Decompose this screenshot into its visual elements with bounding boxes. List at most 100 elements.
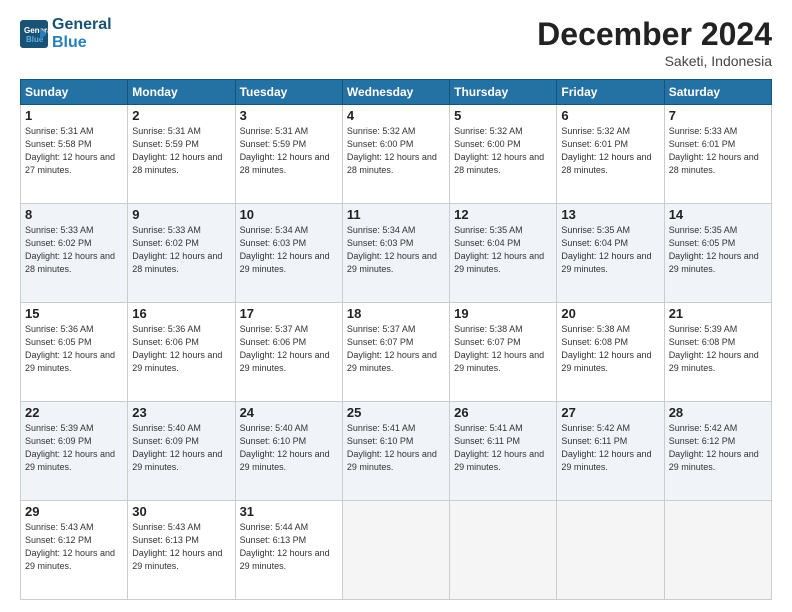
calendar-cell: 5 Sunrise: 5:32 AMSunset: 6:00 PMDaylight… <box>450 105 557 204</box>
day-detail: Sunrise: 5:33 AMSunset: 6:01 PMDaylight:… <box>669 125 767 177</box>
day-number: 10 <box>240 207 338 222</box>
day-number: 29 <box>25 504 123 519</box>
day-number: 1 <box>25 108 123 123</box>
calendar-cell: 1Sunrise: 5:31 AMSunset: 5:58 PMDaylight… <box>21 105 128 204</box>
day-number: 23 <box>132 405 230 420</box>
location: Saketi, Indonesia <box>537 53 772 69</box>
day-detail: Sunrise: 5:33 AMSunset: 6:02 PMDaylight:… <box>132 224 230 276</box>
day-detail: Sunrise: 5:32 AMSunset: 6:00 PMDaylight:… <box>347 125 445 177</box>
page: General Blue General Blue December 2024 … <box>0 0 792 612</box>
day-number: 17 <box>240 306 338 321</box>
day-detail: Sunrise: 5:40 AMSunset: 6:09 PMDaylight:… <box>132 422 230 474</box>
day-number: 30 <box>132 504 230 519</box>
header-day-thursday: Thursday <box>450 80 557 105</box>
day-detail: Sunrise: 5:43 AMSunset: 6:13 PMDaylight:… <box>132 521 230 573</box>
calendar-cell <box>450 501 557 600</box>
calendar-cell: 16 Sunrise: 5:36 AMSunset: 6:06 PMDayligh… <box>128 303 235 402</box>
calendar-cell: 29 Sunrise: 5:43 AMSunset: 6:12 PMDayligh… <box>21 501 128 600</box>
day-number: 18 <box>347 306 445 321</box>
day-detail: Sunrise: 5:37 AMSunset: 6:07 PMDaylight:… <box>347 323 445 375</box>
day-detail: Sunrise: 5:37 AMSunset: 6:06 PMDaylight:… <box>240 323 338 375</box>
calendar-cell: 27 Sunrise: 5:42 AMSunset: 6:11 PMDayligh… <box>557 402 664 501</box>
header-day-tuesday: Tuesday <box>235 80 342 105</box>
header-day-sunday: Sunday <box>21 80 128 105</box>
day-detail: Sunrise: 5:32 AMSunset: 6:00 PMDaylight:… <box>454 125 552 177</box>
calendar-cell: 28 Sunrise: 5:42 AMSunset: 6:12 PMDayligh… <box>664 402 771 501</box>
day-number: 25 <box>347 405 445 420</box>
day-number: 20 <box>561 306 659 321</box>
day-number: 24 <box>240 405 338 420</box>
day-number: 28 <box>669 405 767 420</box>
day-number: 5 <box>454 108 552 123</box>
day-number: 2 <box>132 108 230 123</box>
day-detail: Sunrise: 5:35 AMSunset: 6:04 PMDaylight:… <box>561 224 659 276</box>
calendar-week-row-1: 1Sunrise: 5:31 AMSunset: 5:58 PMDaylight… <box>21 105 772 204</box>
calendar-cell: 15 Sunrise: 5:36 AMSunset: 6:05 PMDayligh… <box>21 303 128 402</box>
calendar-cell <box>342 501 449 600</box>
day-number: 21 <box>669 306 767 321</box>
calendar-cell <box>664 501 771 600</box>
calendar-cell: 11Sunrise: 5:34 AMSunset: 6:03 PMDayligh… <box>342 204 449 303</box>
calendar-cell: 9Sunrise: 5:33 AMSunset: 6:02 PMDaylight… <box>128 204 235 303</box>
calendar-cell: 24 Sunrise: 5:40 AMSunset: 6:10 PMDayligh… <box>235 402 342 501</box>
logo-text-blue: Blue <box>52 34 112 52</box>
calendar-cell: 12Sunrise: 5:35 AMSunset: 6:04 PMDayligh… <box>450 204 557 303</box>
header-day-friday: Friday <box>557 80 664 105</box>
calendar-header-row: SundayMondayTuesdayWednesdayThursdayFrid… <box>21 80 772 105</box>
calendar-week-row-4: 22Sunrise: 5:39 AMSunset: 6:09 PMDayligh… <box>21 402 772 501</box>
day-detail: Sunrise: 5:41 AMSunset: 6:11 PMDaylight:… <box>454 422 552 474</box>
day-detail: Sunrise: 5:36 AMSunset: 6:06 PMDaylight:… <box>132 323 230 375</box>
logo: General Blue General Blue <box>20 16 112 53</box>
day-detail: Sunrise: 5:42 AMSunset: 6:11 PMDaylight:… <box>561 422 659 474</box>
day-detail: Sunrise: 5:32 AMSunset: 6:01 PMDaylight:… <box>561 125 659 177</box>
day-number: 12 <box>454 207 552 222</box>
day-detail: Sunrise: 5:38 AMSunset: 6:08 PMDaylight:… <box>561 323 659 375</box>
calendar-cell: 10Sunrise: 5:34 AMSunset: 6:03 PMDayligh… <box>235 204 342 303</box>
day-number: 19 <box>454 306 552 321</box>
calendar-cell <box>557 501 664 600</box>
day-detail: Sunrise: 5:39 AMSunset: 6:08 PMDaylight:… <box>669 323 767 375</box>
calendar-cell: 25 Sunrise: 5:41 AMSunset: 6:10 PMDayligh… <box>342 402 449 501</box>
day-detail: Sunrise: 5:35 AMSunset: 6:05 PMDaylight:… <box>669 224 767 276</box>
day-detail: Sunrise: 5:43 AMSunset: 6:12 PMDaylight:… <box>25 521 123 573</box>
day-number: 6 <box>561 108 659 123</box>
day-number: 7 <box>669 108 767 123</box>
day-number: 15 <box>25 306 123 321</box>
calendar-cell: 30 Sunrise: 5:43 AMSunset: 6:13 PMDayligh… <box>128 501 235 600</box>
day-number: 26 <box>454 405 552 420</box>
day-number: 11 <box>347 207 445 222</box>
day-detail: Sunrise: 5:40 AMSunset: 6:10 PMDaylight:… <box>240 422 338 474</box>
day-number: 27 <box>561 405 659 420</box>
calendar-week-row-3: 15 Sunrise: 5:36 AMSunset: 6:05 PMDayligh… <box>21 303 772 402</box>
title-block: December 2024 Saketi, Indonesia <box>537 16 772 69</box>
day-detail: Sunrise: 5:39 AMSunset: 6:09 PMDaylight:… <box>25 422 123 474</box>
day-number: 31 <box>240 504 338 519</box>
calendar-cell: 2 Sunrise: 5:31 AMSunset: 5:59 PMDaylight… <box>128 105 235 204</box>
calendar-cell: 21 Sunrise: 5:39 AMSunset: 6:08 PMDayligh… <box>664 303 771 402</box>
calendar-body: 1Sunrise: 5:31 AMSunset: 5:58 PMDaylight… <box>21 105 772 600</box>
day-detail: Sunrise: 5:33 AMSunset: 6:02 PMDaylight:… <box>25 224 123 276</box>
header: General Blue General Blue December 2024 … <box>20 16 772 69</box>
day-detail: Sunrise: 5:36 AMSunset: 6:05 PMDaylight:… <box>25 323 123 375</box>
day-number: 8 <box>25 207 123 222</box>
logo-icon: General Blue <box>20 20 48 48</box>
calendar-week-row-2: 8 Sunrise: 5:33 AMSunset: 6:02 PMDaylight… <box>21 204 772 303</box>
day-detail: Sunrise: 5:42 AMSunset: 6:12 PMDaylight:… <box>669 422 767 474</box>
header-day-wednesday: Wednesday <box>342 80 449 105</box>
day-detail: Sunrise: 5:38 AMSunset: 6:07 PMDaylight:… <box>454 323 552 375</box>
calendar-cell: 7 Sunrise: 5:33 AMSunset: 6:01 PMDaylight… <box>664 105 771 204</box>
day-number: 4 <box>347 108 445 123</box>
calendar-cell: 4 Sunrise: 5:32 AMSunset: 6:00 PMDaylight… <box>342 105 449 204</box>
day-number: 3 <box>240 108 338 123</box>
day-number: 16 <box>132 306 230 321</box>
calendar-cell: 23 Sunrise: 5:40 AMSunset: 6:09 PMDayligh… <box>128 402 235 501</box>
day-detail: Sunrise: 5:31 AMSunset: 5:59 PMDaylight:… <box>132 125 230 177</box>
header-day-saturday: Saturday <box>664 80 771 105</box>
day-detail: Sunrise: 5:41 AMSunset: 6:10 PMDaylight:… <box>347 422 445 474</box>
calendar-cell: 18 Sunrise: 5:37 AMSunset: 6:07 PMDayligh… <box>342 303 449 402</box>
calendar-cell: 6 Sunrise: 5:32 AMSunset: 6:01 PMDaylight… <box>557 105 664 204</box>
calendar-cell: 26 Sunrise: 5:41 AMSunset: 6:11 PMDayligh… <box>450 402 557 501</box>
day-number: 14 <box>669 207 767 222</box>
month-title: December 2024 <box>537 16 772 53</box>
day-detail: Sunrise: 5:31 AMSunset: 5:59 PMDaylight:… <box>240 125 338 177</box>
